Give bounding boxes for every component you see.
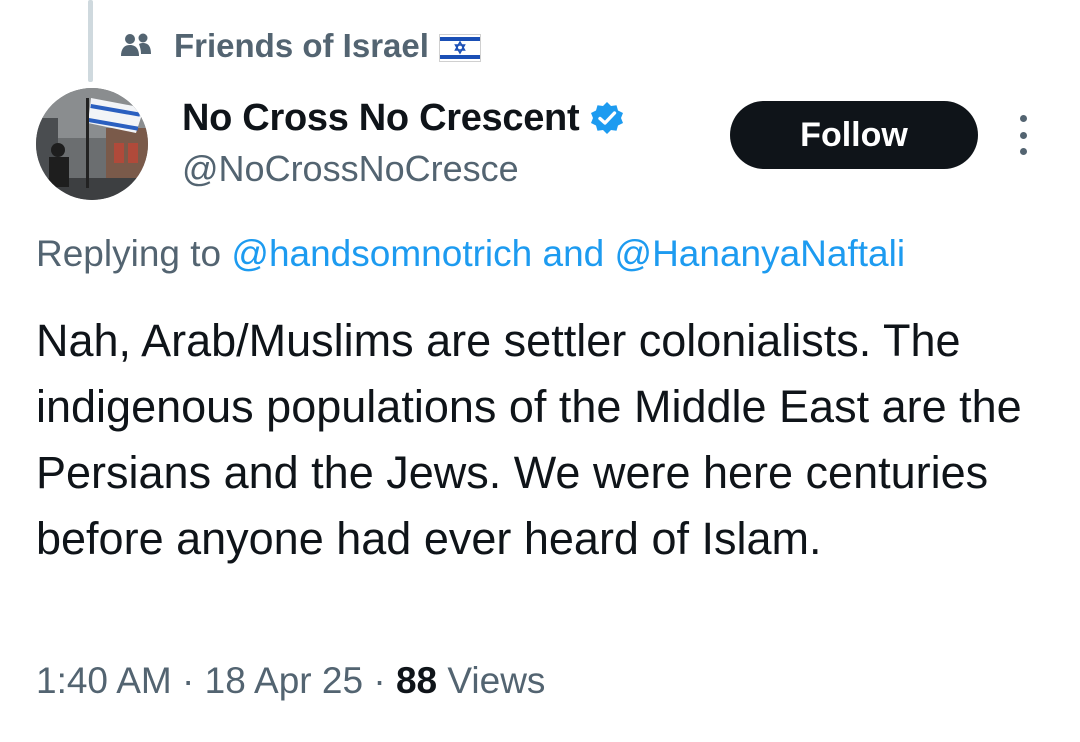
more-vertical-icon[interactable] [1008, 115, 1038, 155]
tweet-time[interactable]: 1:40 AM [36, 660, 172, 701]
meta-separator: · [373, 660, 386, 701]
user-handle[interactable]: @NoCrossNoCresce [182, 148, 625, 190]
community-label[interactable]: Friends of Israel [118, 18, 481, 74]
israel-flag-icon [438, 32, 481, 62]
replying-prefix: Replying to [36, 233, 222, 274]
reply-context: Replying to @handsomnotrich and @Hananya… [36, 233, 905, 275]
tweet-text: Nah, Arab/Muslims are settler colonialis… [36, 315, 1022, 564]
author-identity[interactable]: No Cross No Crescent @NoCrossNoCresce [182, 92, 625, 190]
tweet-date[interactable]: 18 Apr 25 [205, 660, 363, 701]
mention-link-1[interactable]: @handsomnotrich [231, 233, 532, 274]
display-name[interactable]: No Cross No Crescent [182, 97, 580, 140]
community-name: Friends of Israel [174, 27, 429, 64]
verified-badge-icon[interactable] [589, 100, 625, 136]
tweet-meta: 1:40 AM · 18 Apr 25 · 88 Views [36, 660, 545, 702]
thread-line [88, 0, 93, 82]
avatar[interactable] [36, 88, 148, 200]
mention-link-2[interactable]: @HananyaNaftali [615, 233, 906, 274]
community-icon [118, 28, 154, 64]
meta-separator: · [182, 660, 195, 701]
views-count[interactable]: 88 [396, 660, 437, 701]
views-label[interactable]: Views [447, 660, 545, 701]
follow-button[interactable]: Follow [730, 101, 978, 169]
mention-conjunction[interactable]: and [543, 233, 605, 274]
